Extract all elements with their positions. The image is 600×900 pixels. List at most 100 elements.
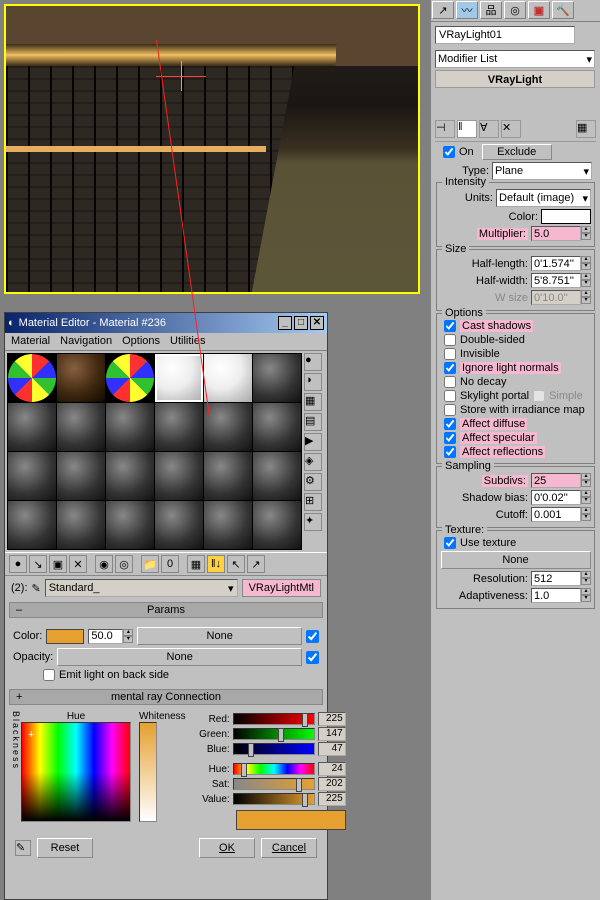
hierarchy-tab-icon[interactable]: 品: [480, 1, 502, 19]
video-check-icon[interactable]: ▶: [304, 433, 322, 451]
blue-slider[interactable]: [233, 743, 315, 755]
create-tab-icon[interactable]: ↗: [432, 1, 454, 19]
resolution-input[interactable]: [531, 571, 581, 586]
sample-slot[interactable]: [106, 403, 154, 451]
green-value[interactable]: 147: [318, 727, 346, 741]
type-dropdown[interactable]: Plane▾: [492, 162, 592, 180]
sample-slot[interactable]: [155, 501, 203, 549]
skylight-portal-checkbox[interactable]: [444, 390, 456, 402]
opacity-map-none-button[interactable]: None: [57, 648, 302, 666]
restore-icon[interactable]: □: [294, 316, 308, 330]
modify-tab-icon[interactable]: 〰: [456, 1, 478, 19]
sample-slot[interactable]: [106, 452, 154, 500]
menu-material[interactable]: Material: [11, 335, 50, 348]
viewport[interactable]: [4, 4, 420, 294]
remove-icon[interactable]: ✕: [501, 120, 521, 138]
object-name-field[interactable]: [435, 26, 575, 44]
adaptiveness-input[interactable]: [531, 588, 581, 603]
sample-slot[interactable]: [8, 452, 56, 500]
hue-slider[interactable]: [233, 763, 315, 775]
sample-slot[interactable]: [204, 452, 252, 500]
sample-slot[interactable]: [57, 354, 105, 402]
sample-slot[interactable]: [57, 403, 105, 451]
sample-slot[interactable]: [57, 501, 105, 549]
effects-icon[interactable]: ✦: [304, 513, 322, 531]
sample-slot[interactable]: [253, 354, 301, 402]
sample-slot[interactable]: [253, 452, 301, 500]
cast-shadows-checkbox[interactable]: [444, 320, 456, 332]
material-type-button[interactable]: VRayLightMtl: [242, 579, 321, 597]
shadow-bias-input[interactable]: [531, 490, 581, 505]
sample-slot[interactable]: [204, 354, 252, 402]
sample-slot[interactable]: [106, 354, 154, 402]
put-library-icon[interactable]: 📁: [141, 555, 159, 573]
menu-options[interactable]: Options: [122, 335, 160, 348]
show-end-icon[interactable]: ‖: [457, 120, 477, 138]
put-to-scene-icon[interactable]: ↘: [29, 555, 47, 573]
minimize-icon[interactable]: _: [278, 316, 292, 330]
close-icon[interactable]: ✕: [310, 316, 324, 330]
reset-button[interactable]: Reset: [37, 838, 93, 858]
utilities-tab-icon[interactable]: 🔨: [552, 1, 574, 19]
invisible-checkbox[interactable]: [444, 348, 456, 360]
eyedropper-icon[interactable]: ✎: [15, 840, 31, 856]
make-unique-icon[interactable]: ◎: [115, 555, 133, 573]
half-width-input[interactable]: [531, 273, 581, 288]
reset-icon[interactable]: ✕: [69, 555, 87, 573]
sample-slot[interactable]: [8, 501, 56, 549]
pick-icon[interactable]: ✎: [32, 582, 41, 595]
background-icon[interactable]: ▦: [304, 393, 322, 411]
sat-value[interactable]: 202: [318, 777, 346, 791]
params-rollout-header[interactable]: Params: [9, 602, 323, 618]
sat-slider[interactable]: [233, 778, 315, 790]
affect-specular-checkbox[interactable]: [444, 432, 456, 444]
green-slider[interactable]: [233, 728, 315, 740]
pin-stack-icon[interactable]: ⊣: [435, 120, 455, 138]
assign-icon[interactable]: ▣: [49, 555, 67, 573]
get-material-icon[interactable]: ●: [9, 555, 27, 573]
select-by-icon[interactable]: ⊞: [304, 493, 322, 511]
show-end-result-icon[interactable]: ‖↓: [207, 555, 225, 573]
sample-slot[interactable]: [106, 501, 154, 549]
preview-icon[interactable]: ◈: [304, 453, 322, 471]
value-value[interactable]: 225: [318, 792, 346, 806]
sample-slot[interactable]: [204, 501, 252, 549]
opacity-map-enable-checkbox[interactable]: [306, 651, 319, 664]
mat-color-swatch[interactable]: [46, 629, 84, 644]
material-name-dropdown[interactable]: Standard_▾: [45, 579, 238, 597]
half-length-input[interactable]: [531, 256, 581, 271]
titlebar[interactable]: ◐Material Editor - Material #236 _□✕: [5, 313, 327, 333]
texture-none-button[interactable]: None: [441, 551, 591, 569]
multiplier-input[interactable]: [531, 226, 581, 241]
menu-navigation[interactable]: Navigation: [60, 335, 112, 348]
color-swatch[interactable]: [541, 209, 591, 224]
units-dropdown[interactable]: Default (image)▾: [496, 189, 591, 207]
sample-slot[interactable]: [8, 354, 56, 402]
value-slider[interactable]: [233, 793, 315, 805]
make-copy-icon[interactable]: ◉: [95, 555, 113, 573]
sample-slot[interactable]: [253, 403, 301, 451]
on-checkbox[interactable]: [443, 146, 455, 158]
red-slider[interactable]: [233, 713, 315, 725]
sample-slot[interactable]: [57, 452, 105, 500]
ok-button[interactable]: OK: [199, 838, 255, 858]
whiteness-slider[interactable]: [139, 722, 157, 822]
subdivs-input[interactable]: [531, 473, 581, 488]
sample-slot[interactable]: [8, 403, 56, 451]
ignore-normals-checkbox[interactable]: [444, 362, 456, 374]
mat-color-mult-input[interactable]: [88, 629, 123, 644]
double-sided-checkbox[interactable]: [444, 334, 456, 346]
show-map-icon[interactable]: ▦: [187, 555, 205, 573]
unique-icon[interactable]: ∀: [479, 120, 499, 138]
sample-slot[interactable]: [155, 403, 203, 451]
configure-icon[interactable]: ▦: [576, 120, 596, 138]
color-map-none-button[interactable]: None: [137, 627, 302, 645]
no-decay-checkbox[interactable]: [444, 376, 456, 388]
menubar[interactable]: Material Navigation Options Utilities: [5, 333, 327, 351]
sample-slot[interactable]: [155, 452, 203, 500]
sample-type-icon[interactable]: ●: [304, 353, 322, 371]
cancel-button[interactable]: Cancel: [261, 838, 317, 858]
blue-value[interactable]: 47: [318, 742, 346, 756]
options-icon[interactable]: ⚙: [304, 473, 322, 491]
sample-slot[interactable]: [253, 501, 301, 549]
